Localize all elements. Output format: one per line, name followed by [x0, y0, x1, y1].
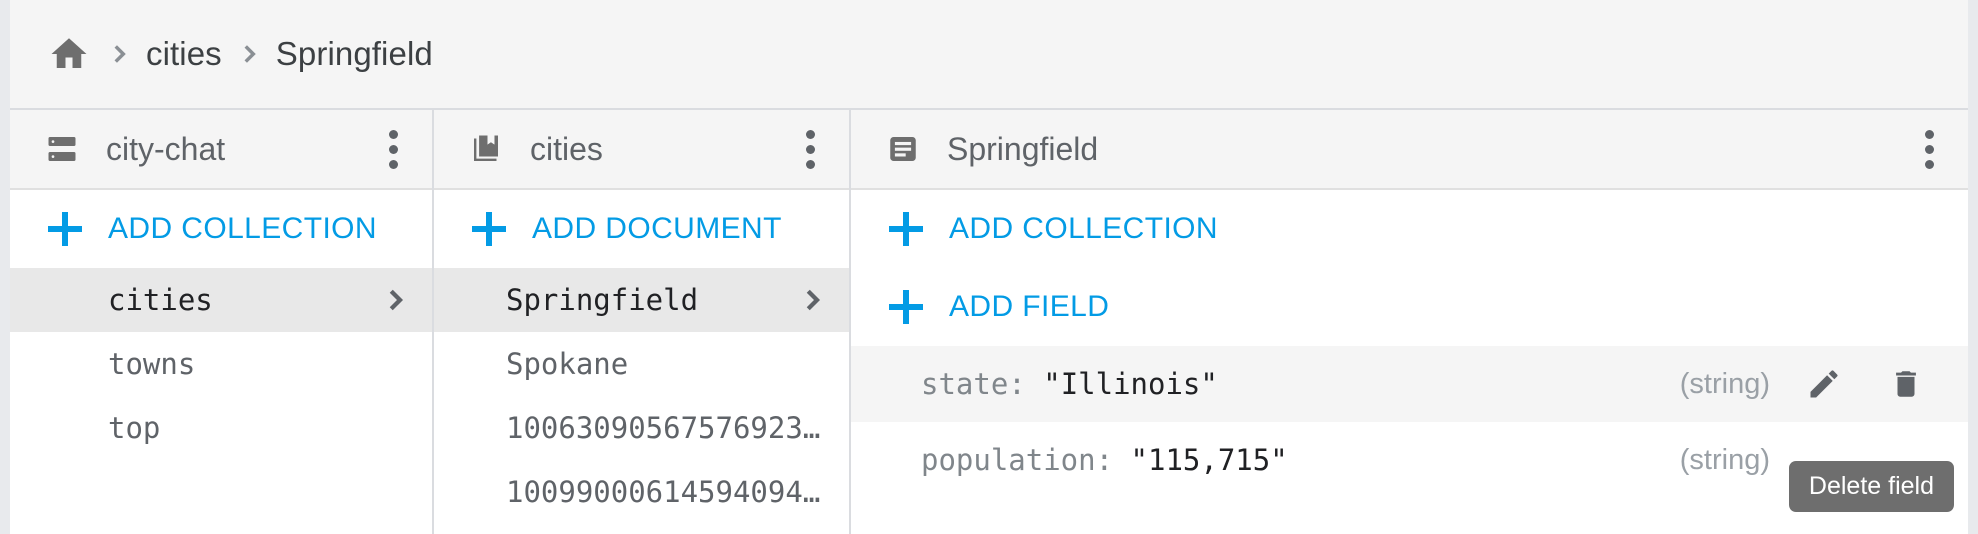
breadcrumb-separator-1 [92, 41, 146, 67]
collections-panel-title: city-chat [106, 130, 226, 167]
home-icon-glyph [51, 38, 87, 68]
add-collection-button[interactable]: ADD COLLECTION [10, 190, 432, 268]
field-text: population: "115,715" [921, 443, 1288, 477]
collection-list-item-label: towns [108, 347, 196, 381]
document-list-item-label: 100990006145940949737 [506, 475, 827, 509]
document-detail-panel-header: Springfield [851, 110, 1968, 190]
breadcrumb-separator-2 [222, 41, 276, 67]
chevron-right-icon [380, 285, 410, 315]
document-list-item-label: Springfield [506, 283, 699, 317]
chevron-right-icon [244, 45, 256, 63]
collection-list-item-label: cities [108, 283, 213, 317]
add-subcollection-button[interactable]: ADD COLLECTION [851, 190, 1968, 268]
add-field-label: ADD FIELD [949, 290, 1110, 323]
document-icon-glyph [890, 137, 916, 161]
add-subcollection-label: ADD COLLECTION [949, 212, 1218, 245]
document-list-item[interactable]: 100990006145940949737 [434, 460, 849, 524]
breadcrumb-item-springfield[interactable]: Springfield [276, 35, 433, 73]
add-document-button[interactable]: ADD DOCUMENT [434, 190, 849, 268]
document-list-item-label: Spokane [506, 347, 629, 381]
plus-icon [889, 212, 923, 246]
breadcrumb: cities Springfield [10, 0, 1968, 110]
collection-list-item-top[interactable]: top [10, 396, 432, 460]
document-list-item[interactable]: 100630905675769235779 [434, 396, 849, 460]
field-row-state[interactable]: state: "Illinois" (string) [851, 346, 1968, 422]
collections-panel-menu-button[interactable] [354, 110, 432, 189]
more-vert-icon [805, 129, 815, 169]
documents-panel-title: cities [530, 130, 603, 167]
document-list-item-spokane[interactable]: Spokane [434, 332, 849, 396]
add-document-label: ADD DOCUMENT [532, 212, 782, 245]
more-vert-icon [388, 129, 398, 169]
collection-list-item-towns[interactable]: towns [10, 332, 432, 396]
field-value: "Illinois" [1043, 367, 1218, 401]
chevron-right-icon [797, 285, 827, 315]
pencil-icon [1810, 370, 1838, 398]
collections-panel: city-chat ADD COLLECTION cities towns to… [10, 110, 434, 534]
breadcrumb-item-cities[interactable]: cities [146, 35, 222, 73]
collections-panel-body: ADD COLLECTION cities towns top [10, 190, 432, 534]
field-value: "115,715" [1130, 443, 1288, 477]
collection-list-item-cities[interactable]: cities [10, 268, 432, 332]
collection-icon [466, 129, 506, 169]
document-icon [883, 129, 923, 169]
field-key: state: [921, 367, 1026, 401]
documents-panel-body: ADD DOCUMENT Springfield Spokane 1006309… [434, 190, 849, 534]
more-vert-icon [1924, 129, 1934, 169]
document-detail-panel-title: Springfield [947, 130, 1099, 167]
plus-icon [48, 212, 82, 246]
collection-list-item-label: top [108, 411, 161, 445]
firestore-data-browser: cities Springfield city-chat ADD COLLECT… [0, 0, 1978, 534]
documents-panel: cities ADD DOCUMENT Springfield Spokane … [434, 110, 851, 534]
document-list-item-springfield[interactable]: Springfield [434, 268, 849, 332]
plus-icon [889, 290, 923, 324]
add-field-button[interactable]: ADD FIELD [851, 268, 1968, 346]
delete-field-button[interactable] [1878, 356, 1934, 412]
trash-icon [1896, 371, 1916, 397]
document-detail-panel-menu-button[interactable] [1890, 110, 1968, 189]
edit-field-button[interactable] [1796, 356, 1852, 412]
document-detail-panel: Springfield ADD COLLECTION ADD FIELD sta… [851, 110, 1968, 534]
add-collection-label: ADD COLLECTION [108, 212, 377, 245]
field-row-population[interactable]: population: "115,715" (string) [851, 422, 1968, 498]
chevron-right-icon [114, 45, 126, 63]
document-detail-panel-body: ADD COLLECTION ADD FIELD state: "Illinoi… [851, 190, 1968, 534]
database-icon [42, 129, 82, 169]
document-list-item-label: 100630905675769235779 [506, 411, 827, 445]
collections-panel-header: city-chat [10, 110, 432, 190]
database-icon-glyph [48, 137, 76, 161]
plus-icon [472, 212, 506, 246]
field-type-badge: (string) [1679, 443, 1770, 476]
field-text: state: "Illinois" [921, 367, 1218, 401]
collection-icon-glyph [474, 135, 498, 161]
field-type-badge: (string) [1679, 367, 1770, 400]
panels-container: city-chat ADD COLLECTION cities towns to… [10, 110, 1968, 534]
documents-panel-header: cities [434, 110, 849, 190]
field-key: population: [921, 443, 1114, 477]
home-icon[interactable] [46, 31, 92, 77]
documents-panel-menu-button[interactable] [771, 110, 849, 189]
